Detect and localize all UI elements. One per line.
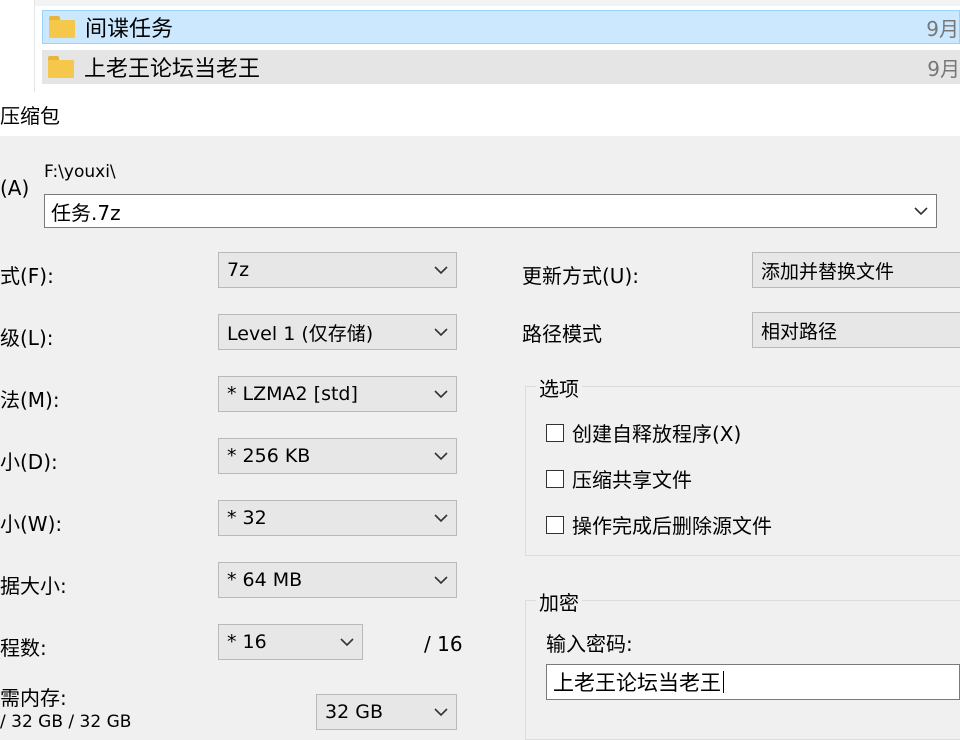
chevron-down-icon[interactable] — [906, 195, 936, 227]
method-value: * LZMA2 [std] — [227, 383, 358, 405]
file-date: 9月 — [926, 16, 959, 41]
level-label: 级(L): — [0, 326, 54, 350]
explorer-top-strip — [0, 0, 960, 6]
chevron-down-icon — [426, 501, 456, 535]
threads-value: * 16 — [227, 631, 267, 653]
chevron-down-icon — [426, 315, 456, 349]
format-label: 式(F): — [0, 264, 54, 288]
threads-label: 程数: — [0, 636, 47, 660]
format-select[interactable]: 7z — [218, 252, 457, 288]
file-name: 上老王论坛当老王 — [84, 57, 261, 82]
archive-name-value: 任务.7z — [51, 200, 121, 225]
checkbox-box[interactable] — [546, 515, 564, 534]
solid-block-value: * 64 MB — [227, 569, 303, 591]
checkbox-box[interactable] — [546, 469, 564, 488]
chevron-down-icon — [426, 563, 456, 597]
level-value: Level 1 (仅存储) — [227, 322, 374, 345]
word-size-value: * 32 — [227, 507, 267, 529]
file-date: 9月 — [927, 56, 960, 81]
path-mode-label: 路径模式 — [522, 322, 602, 346]
update-mode-value: 添加并替换文件 — [761, 260, 895, 283]
explorer-nav-pane — [0, 0, 35, 92]
method-label: 法(M): — [0, 388, 60, 412]
archive-label: (A) — [0, 176, 30, 200]
sfx-checkbox[interactable]: 创建自释放程序(X) — [546, 418, 741, 447]
archive-path: F:\youxi\ — [44, 162, 116, 182]
text-caret — [723, 671, 724, 693]
add-to-archive-dialog: 压缩包 (A) F:\youxi\ 任务.7z 式(F): 7z 级(L): L… — [0, 92, 960, 740]
memory-select[interactable]: 32 GB — [316, 694, 457, 730]
sfx-checkbox-label: 创建自释放程序(X) — [572, 422, 742, 446]
shared-files-checkbox-label: 压缩共享文件 — [572, 468, 692, 492]
memory-usage: / 32 GB / 32 GB — [0, 712, 132, 732]
word-size-label: 小(W): — [0, 512, 63, 536]
dialog-title: 压缩包 — [0, 104, 60, 128]
memory-value: 32 GB — [325, 701, 383, 723]
update-mode-label: 更新方式(U): — [522, 264, 639, 288]
dictionary-value: * 256 KB — [227, 445, 311, 467]
solid-block-label: 据大小: — [0, 574, 67, 598]
folder-icon — [48, 56, 74, 78]
file-row-2[interactable]: 上老王论坛当老王 9月 — [42, 50, 960, 84]
dictionary-label: 小(D): — [0, 450, 58, 474]
update-mode-select[interactable]: 添加并替换文件 — [752, 252, 960, 288]
chevron-down-icon — [332, 625, 362, 659]
file-name: 间谍任务 — [85, 17, 174, 42]
chevron-down-icon — [426, 253, 456, 287]
level-select[interactable]: Level 1 (仅存储) — [218, 314, 457, 350]
shared-files-checkbox[interactable]: 压缩共享文件 — [546, 464, 692, 493]
chevron-down-icon — [426, 377, 456, 411]
chevron-down-icon — [426, 695, 456, 729]
memory-label: 需内存: — [0, 686, 67, 710]
delete-after-checkbox[interactable]: 操作完成后删除源文件 — [546, 510, 772, 539]
explorer-window: 间谍任务 9月 上老王论坛当老王 9月 — [0, 0, 960, 92]
format-value: 7z — [227, 259, 250, 281]
method-select[interactable]: * LZMA2 [std] — [218, 376, 457, 412]
solid-block-select[interactable]: * 64 MB — [218, 562, 457, 598]
chevron-down-icon — [426, 439, 456, 473]
password-input[interactable]: 上老王论坛当老王 — [546, 664, 960, 700]
checkbox-box[interactable] — [546, 423, 564, 442]
word-size-select[interactable]: * 32 — [218, 500, 457, 536]
archive-name-combo[interactable]: 任务.7z — [44, 194, 937, 228]
encryption-group-title: 加密 — [536, 587, 582, 616]
dictionary-select[interactable]: * 256 KB — [218, 438, 457, 474]
password-value: 上老王论坛当老王 — [553, 671, 721, 695]
file-row-1[interactable]: 间谍任务 9月 — [42, 10, 960, 44]
dialog-titlebar: 压缩包 — [0, 92, 960, 136]
options-group-title: 选项 — [536, 373, 582, 402]
path-mode-value: 相对路径 — [761, 320, 838, 343]
path-mode-select[interactable]: 相对路径 — [752, 312, 960, 348]
delete-after-checkbox-label: 操作完成后删除源文件 — [572, 514, 772, 538]
threads-max: / 16 — [424, 632, 463, 656]
folder-icon — [49, 16, 75, 38]
password-label: 输入密码: — [546, 632, 633, 656]
threads-select[interactable]: * 16 — [218, 624, 363, 660]
